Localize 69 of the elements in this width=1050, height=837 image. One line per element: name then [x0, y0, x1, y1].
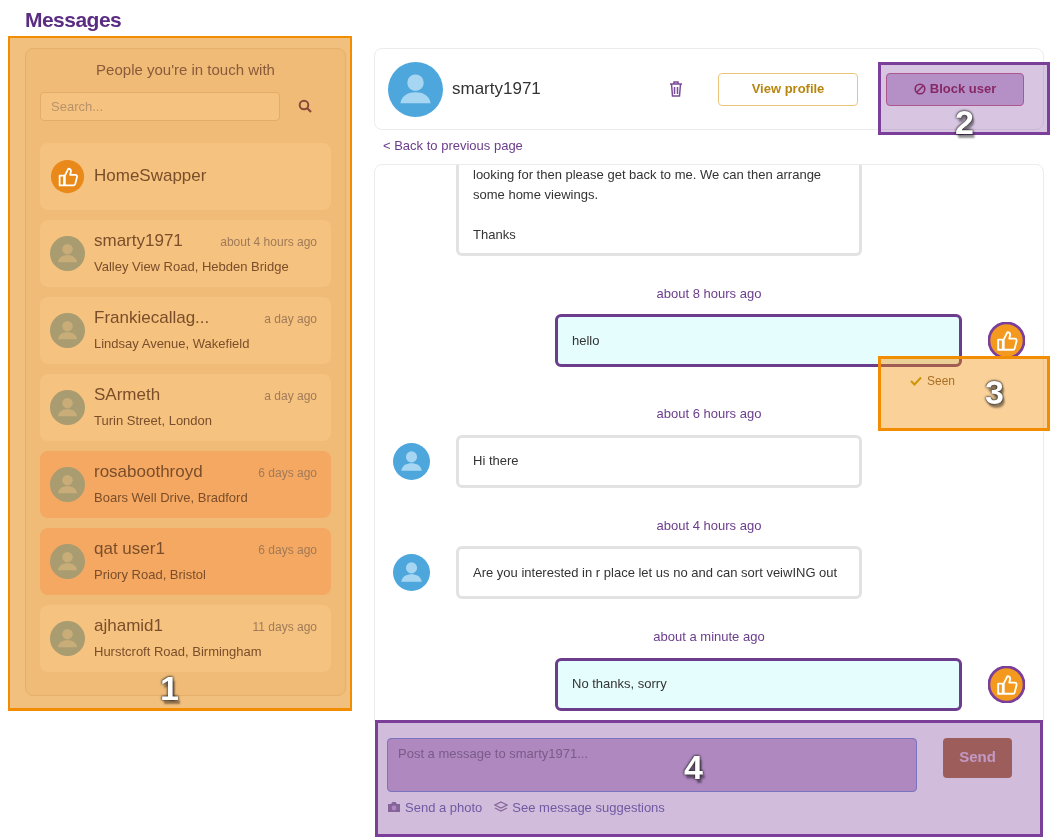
contact-time: 6 days ago — [258, 465, 317, 482]
contact-address: Turin Street, London — [94, 414, 214, 428]
avatar-icon — [50, 312, 85, 348]
message-time: about 4 hours ago — [656, 516, 762, 535]
contact-time: about 4 hours ago — [220, 234, 317, 251]
contact-item[interactable]: smarty1971 about 4 hours ago Valley View Road, Hebden Bridge — [40, 219, 331, 287]
user-name: smarty1971 — [452, 78, 542, 101]
message-text: Thanks — [473, 225, 517, 244]
layers-icon — [494, 801, 509, 814]
contact-address: Hurstcroft Road, Birmingham — [94, 645, 263, 659]
avatar-icon — [393, 442, 430, 480]
contact-name: smarty1971 — [94, 232, 183, 250]
annotation-number: 4 — [684, 750, 703, 784]
search-field[interactable]: Search... — [40, 91, 280, 121]
contact-name: Frankiecallag... — [94, 309, 210, 327]
message-text: looking for then please get back to me. We can then arrange some home viewings. — [473, 165, 823, 204]
contact-item[interactable]: rosaboothroyd 6 days ago Boars Well Drive, Bradford — [40, 450, 331, 518]
avatar-icon — [50, 543, 85, 579]
contact-name: rosaboothroyd — [94, 463, 203, 481]
contact-name: qat user1 — [94, 540, 165, 558]
back-link[interactable]: < Back to previous page — [383, 136, 523, 156]
contact-item[interactable]: HomeSwapper — [40, 142, 331, 210]
thumbs-up-icon — [50, 158, 85, 194]
contact-name: ajhamid1 — [94, 617, 163, 635]
contact-address: Boars Well Drive, Bradford — [94, 491, 249, 505]
camera-icon — [387, 801, 401, 814]
avatar-icon — [388, 61, 443, 117]
contact-address: Priory Road, Bristol — [94, 568, 207, 582]
seen-status: Seen — [909, 372, 955, 390]
thumbs-up-icon — [988, 322, 1025, 359]
page-title: Messages — [24, 8, 122, 32]
contact-item[interactable]: qat user1 6 days ago Priory Road, Bristol — [40, 527, 331, 595]
avatar-icon — [50, 389, 85, 425]
delete-icon[interactable] — [668, 80, 684, 98]
message-time: about 8 hours ago — [656, 284, 762, 303]
panel-title: People you're in touch with — [95, 60, 276, 80]
message-text: Hi there — [473, 452, 519, 470]
message-text: Are you interested in r place let us no and can sort veiwING out — [473, 563, 838, 582]
contact-address: Valley View Road, Hebden Bridge — [94, 260, 290, 274]
contact-item[interactable]: ajhamid1 11 days ago Hurstcroft Road, Birmingham — [40, 604, 331, 672]
avatar-icon — [50, 620, 85, 656]
block-user-button[interactable]: Block user — [886, 72, 1024, 106]
thumbs-up-icon — [988, 665, 1025, 703]
contact-name: SArmeth — [94, 386, 161, 404]
annotation-number: 3 — [985, 375, 1004, 409]
contact-address: Lindsay Avenue, Wakefield — [94, 337, 251, 351]
view-profile-button[interactable]: View profile — [718, 72, 858, 106]
message-time: about a minute ago — [653, 628, 765, 646]
contact-time: a day ago — [264, 311, 317, 328]
avatar-icon — [50, 235, 85, 271]
message-text: hello — [572, 331, 600, 350]
send-button[interactable]: Send — [943, 737, 1012, 778]
avatar-icon — [393, 554, 430, 591]
contact-name: HomeSwapper — [94, 165, 207, 188]
message-suggestions-link[interactable]: See message suggestions — [494, 797, 665, 817]
check-icon — [909, 376, 922, 386]
block-icon — [913, 83, 926, 95]
avatar-icon — [50, 466, 85, 502]
annotation-number: 1 — [160, 671, 179, 705]
contact-item[interactable]: Frankiecallag... a day ago Lindsay Avenue, Wakefield — [40, 296, 331, 364]
send-photo-link[interactable]: Send a photo — [387, 797, 483, 817]
search-icon[interactable] — [298, 99, 312, 113]
contact-time: 11 days ago — [252, 619, 317, 636]
annotation-number: 2 — [955, 105, 974, 139]
contact-time: 6 days ago — [258, 542, 317, 559]
contact-item[interactable]: SArmeth a day ago Turin Street, London — [40, 373, 331, 441]
message-time: about 6 hours ago — [656, 405, 762, 423]
contact-time: a day ago — [264, 388, 317, 405]
message-text: No thanks, sorry — [572, 675, 667, 693]
